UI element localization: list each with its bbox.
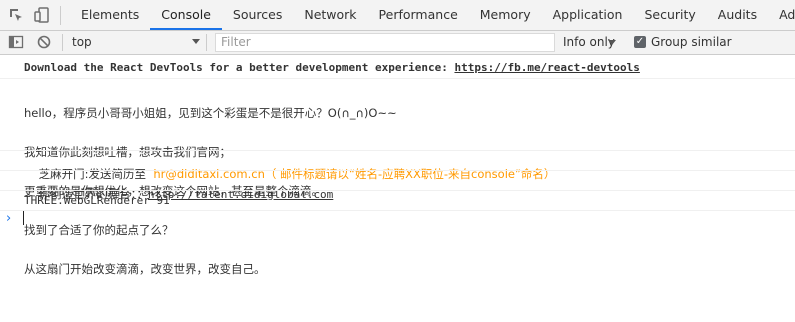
chevron-down-icon[interactable] [608, 40, 616, 45]
console-toolbar: top Filter Info only ✓ Group similar [0, 31, 795, 55]
show-sidebar-icon[interactable] [8, 34, 24, 50]
devtools-link[interactable]: https://fb.me/react-devtools [454, 61, 639, 74]
devtools-message: Download the React DevTools for a better… [24, 61, 795, 74]
tab-audits[interactable]: Audits [707, 0, 768, 30]
filterbar-divider [62, 34, 63, 51]
tab-adblock[interactable]: AdBlock [768, 0, 795, 30]
clear-console-icon[interactable] [36, 34, 52, 50]
filterbar-divider [206, 34, 207, 51]
message-separator [0, 190, 795, 191]
tab-memory[interactable]: Memory [469, 0, 542, 30]
group-similar-checkbox[interactable]: ✓ [634, 36, 646, 48]
three-log-message: THREE.WebGLRenderer 91 [24, 194, 170, 207]
filter-input[interactable]: Filter [215, 33, 555, 52]
panel-tabs: Elements Console Sources Network Perform… [70, 0, 795, 30]
tab-security[interactable]: Security [633, 0, 706, 30]
tab-elements[interactable]: Elements [70, 0, 150, 30]
device-toolbar-icon[interactable] [33, 6, 51, 24]
tab-application[interactable]: Application [542, 0, 634, 30]
message-separator [0, 170, 795, 171]
greeting-line: hello，程序员小哥哥小姐姐，见到这个彩蛋是不是很开心？O(∩_∩)O~~ [24, 106, 397, 120]
context-selector[interactable]: top [72, 31, 92, 54]
message-separator [0, 78, 795, 79]
tab-network[interactable]: Network [293, 0, 367, 30]
tab-console[interactable]: Console [150, 0, 222, 30]
greeting-line: 从这扇门开始改变滴滴，改变世界，改变自己。 [24, 262, 266, 276]
message-separator [0, 210, 795, 211]
tab-performance[interactable]: Performance [368, 0, 469, 30]
console-input[interactable] [23, 211, 24, 225]
inspect-element-icon[interactable] [7, 6, 25, 24]
toolbar-divider [60, 6, 61, 25]
tab-sources[interactable]: Sources [222, 0, 293, 30]
message-separator [0, 150, 795, 151]
console-prompt-icon: › [6, 211, 12, 226]
devtools-tabbar: Elements Console Sources Network Perform… [0, 0, 795, 31]
chevron-down-icon[interactable] [192, 39, 200, 44]
devtools-message-text: Download the React DevTools for a better… [24, 61, 455, 74]
group-similar-label: Group similar [651, 35, 732, 49]
greeting-line: 找到了合适了你的起点了么？ [24, 223, 174, 237]
